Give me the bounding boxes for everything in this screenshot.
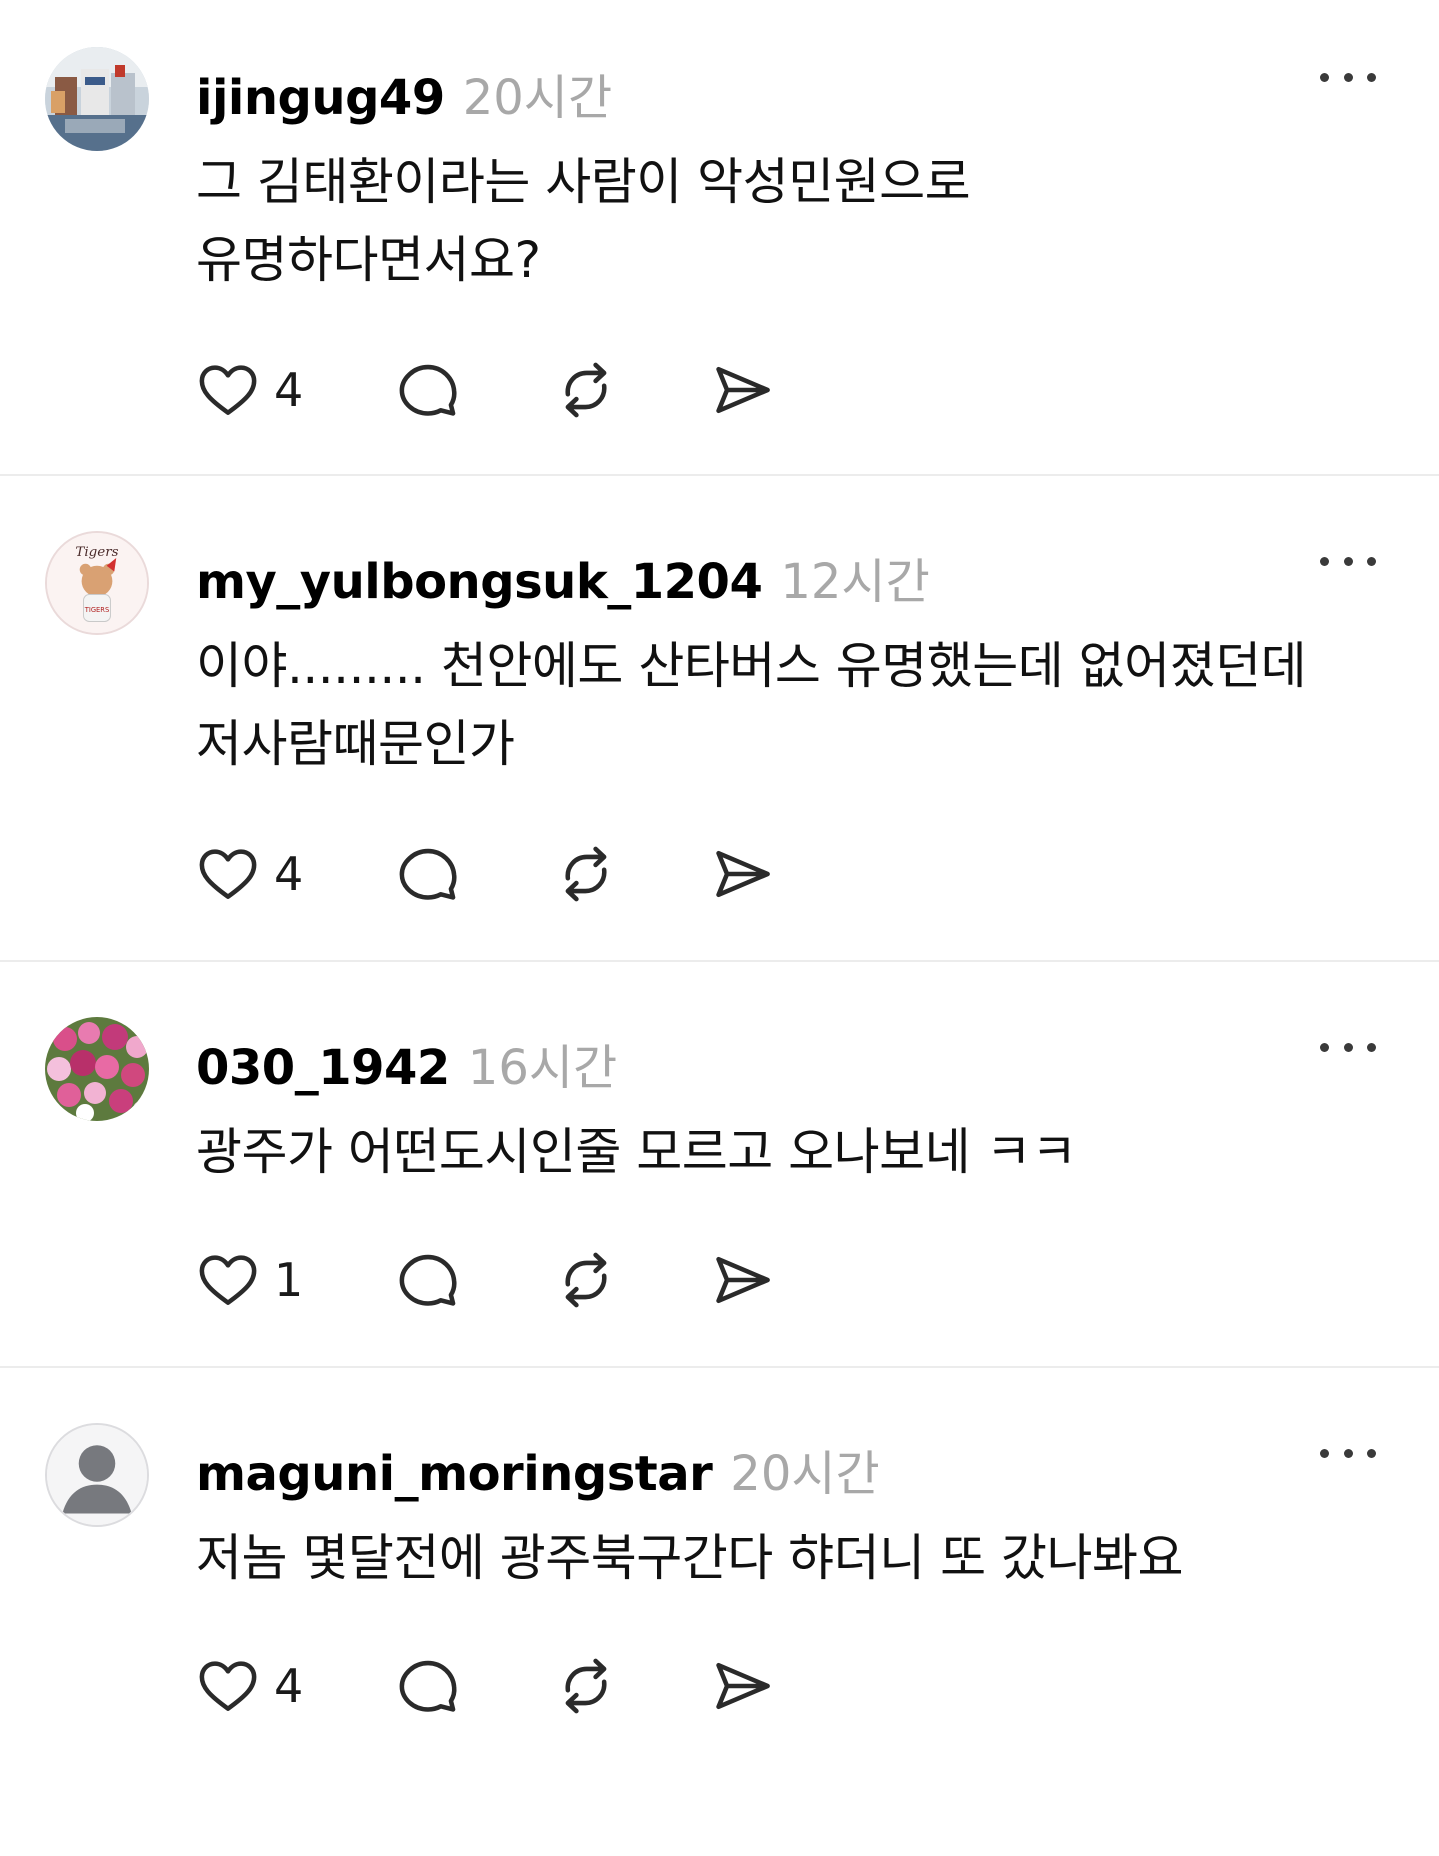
heart-icon — [199, 1661, 257, 1711]
like-count: 1 — [274, 1253, 304, 1307]
share-button[interactable] — [710, 355, 774, 425]
action-bar: 4 — [196, 1651, 796, 1721]
username[interactable]: maguni_moringstar — [196, 1446, 713, 1502]
reply-feed: ijingug49 20시간 그 김태환이라는 사람이 악성민원으로 유명하다면… — [0, 0, 1439, 1754]
reply-post: maguni_moringstar 20시간 저놈 몇달전에 광주북구간다 햐더… — [0, 1376, 1439, 1856]
repost-icon — [565, 1658, 607, 1714]
like-count: 4 — [274, 847, 304, 901]
action-bar: 4 — [196, 839, 796, 909]
post-divider — [0, 960, 1439, 962]
like-button[interactable]: 1 — [196, 1245, 303, 1315]
comment-button[interactable] — [396, 839, 460, 909]
post-text: 그 김태환이라는 사람이 악성민원으로 유명하다면서요? — [196, 143, 1406, 299]
reply-post: Tigers TIGERS my_yulbongsuk_1204 12시간 이야… — [0, 484, 1439, 964]
comment-button[interactable] — [396, 355, 460, 425]
svg-text:Tigers: Tigers — [75, 545, 118, 560]
post-text: 이야......... 천안에도 산타버스 유명했는데 없어졌던데 저사람때문인… — [196, 627, 1406, 783]
comment-bubble-icon — [399, 1660, 457, 1712]
more-options-icon[interactable] — [1320, 1438, 1376, 1468]
share-button[interactable] — [710, 1245, 774, 1315]
heart-icon — [199, 1255, 257, 1305]
share-send-icon — [716, 1662, 770, 1710]
action-bar: 4 — [196, 355, 796, 425]
repost-button[interactable] — [554, 839, 618, 909]
post-text-line: 광주가 어떤도시인줄 모르고 오나보네 ㅋㅋ — [196, 1123, 1077, 1181]
more-options-icon[interactable] — [1320, 62, 1376, 92]
comment-bubble-icon — [399, 364, 457, 416]
post-text-line: 저놈 몇달전에 광주북구간다 햐더니 또 갔나봐요 — [196, 1529, 1183, 1587]
post-text-line: 유명하다면서요? — [196, 231, 541, 289]
timestamp: 20시간 — [730, 1446, 880, 1502]
comment-button[interactable] — [396, 1651, 460, 1721]
username[interactable]: 030_1942 — [196, 1040, 450, 1096]
comment-bubble-icon — [399, 848, 457, 900]
post-header: my_yulbongsuk_1204 12시간 — [196, 542, 930, 610]
heart-icon — [199, 849, 257, 899]
timestamp: 20시간 — [462, 70, 613, 126]
share-send-icon — [716, 850, 770, 898]
post-header: 030_1942 16시간 — [196, 1028, 617, 1096]
repost-icon — [565, 1252, 607, 1308]
post-divider — [0, 1366, 1439, 1368]
like-button[interactable]: 4 — [196, 355, 303, 425]
share-button[interactable] — [710, 839, 774, 909]
reply-post: ijingug49 20시간 그 김태환이라는 사람이 악성민원으로 유명하다면… — [0, 0, 1439, 480]
post-header: maguni_moringstar 20시간 — [196, 1434, 880, 1502]
post-divider — [0, 474, 1439, 476]
post-header: ijingug49 20시간 — [196, 58, 612, 126]
timestamp: 16시간 — [467, 1040, 618, 1096]
more-options-icon[interactable] — [1320, 546, 1376, 576]
like-count: 4 — [274, 1659, 304, 1713]
heart-icon — [199, 365, 257, 415]
post-text: 광주가 어떤도시인줄 모르고 오나보네 ㅋㅋ — [196, 1113, 1406, 1191]
post-text-line: 그 김태환이라는 사람이 악성민원으로 — [196, 153, 971, 211]
more-options-icon[interactable] — [1320, 1032, 1376, 1062]
username[interactable]: my_yulbongsuk_1204 — [196, 554, 763, 610]
repost-button[interactable] — [554, 1245, 618, 1315]
comment-button[interactable] — [396, 1245, 460, 1315]
repost-button[interactable] — [554, 1651, 618, 1721]
avatar[interactable]: Tigers TIGERS — [45, 531, 149, 635]
post-text: 저놈 몇달전에 광주북구간다 햐더니 또 갔나봐요 — [196, 1519, 1406, 1597]
post-text-line: 이야......... 천안에도 산타버스 유명했는데 없어졌던데 — [196, 637, 1307, 695]
action-bar: 1 — [196, 1245, 796, 1315]
avatar[interactable] — [45, 47, 149, 151]
like-button[interactable]: 4 — [196, 1651, 303, 1721]
timestamp: 12시간 — [780, 554, 930, 610]
like-count: 4 — [274, 363, 304, 417]
like-button[interactable]: 4 — [196, 839, 303, 909]
post-text-line: 저사람때문인가 — [196, 715, 515, 773]
repost-button[interactable] — [554, 355, 618, 425]
share-send-icon — [716, 1256, 770, 1304]
share-send-icon — [716, 366, 770, 414]
avatar[interactable] — [45, 1017, 149, 1121]
repost-icon — [565, 846, 607, 902]
repost-icon — [565, 362, 607, 418]
username[interactable]: ijingug49 — [196, 70, 445, 126]
default-user-icon[interactable] — [45, 1423, 149, 1527]
comment-bubble-icon — [399, 1254, 457, 1306]
share-button[interactable] — [710, 1651, 774, 1721]
svg-text:TIGERS: TIGERS — [84, 606, 109, 614]
